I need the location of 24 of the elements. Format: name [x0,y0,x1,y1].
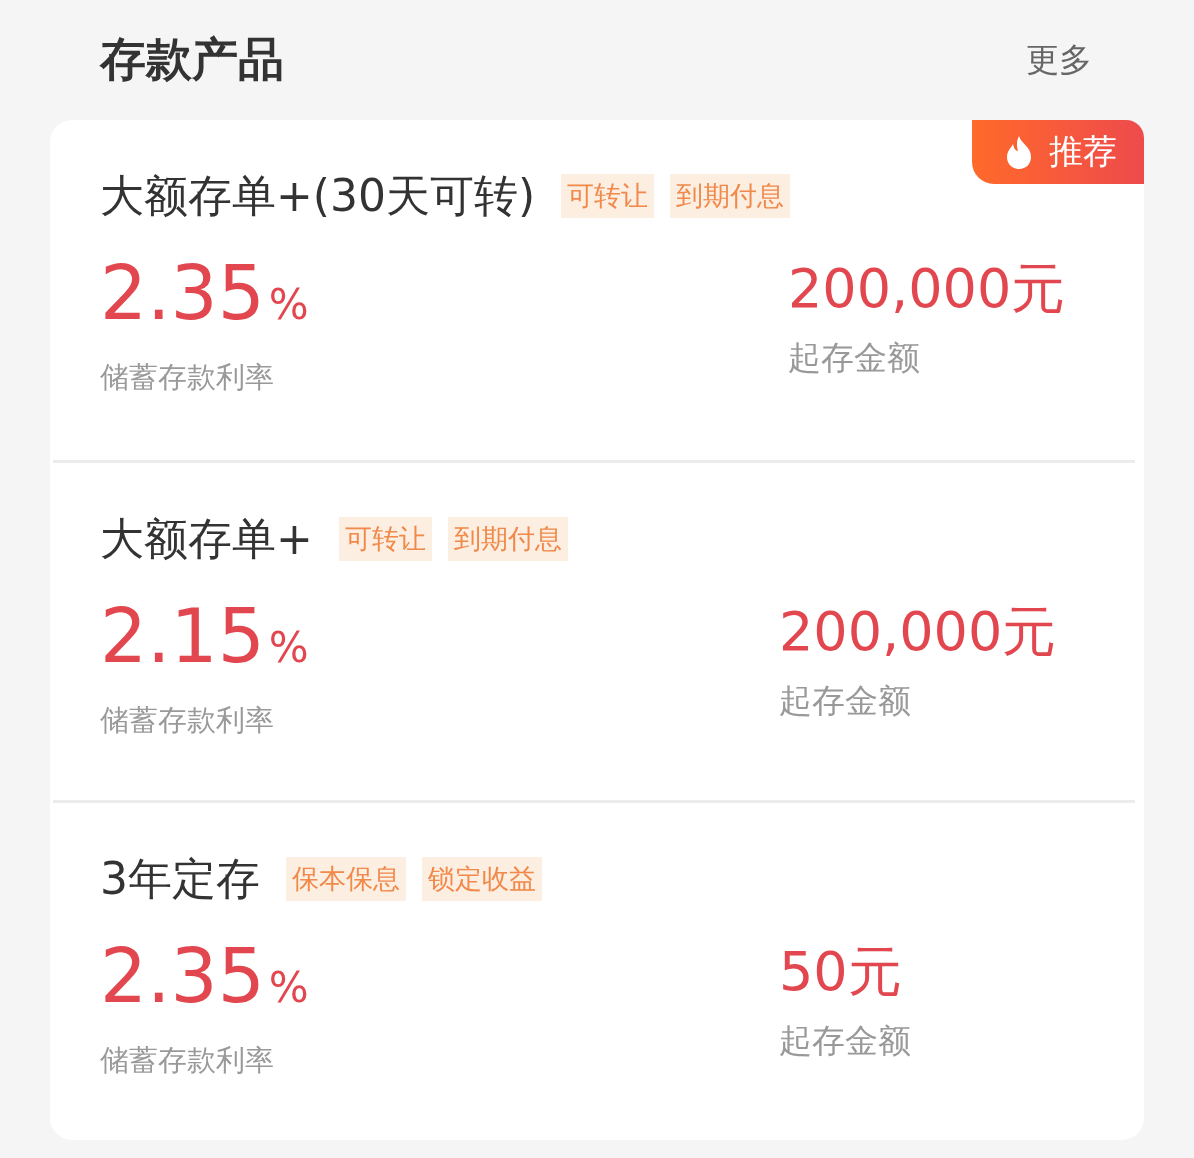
rate-label: 储蓄存款利率 [100,1042,275,1079]
interest-rate: 2.35% [100,249,310,338]
product-tag: 到期付息 [670,174,791,218]
product-name: 3年定存 [100,851,260,906]
product-tag: 保本保息 [286,857,406,901]
product-tag: 可转让 [338,517,432,561]
amount-label: 起存金额 [788,337,921,379]
product-tag: 可转让 [561,174,655,218]
minimum-amount: 50元 [779,939,903,1005]
product-tag: 锁定收益 [422,857,542,901]
product-tag: 到期付息 [447,517,568,561]
rate-label: 储蓄存款利率 [100,702,275,739]
minimum-amount: 200,000元 [788,256,1067,322]
rate-label: 储蓄存款利率 [100,359,275,396]
interest-rate: 2.35% [100,932,310,1021]
product-name: 大额存单+(30天可转) [100,168,536,223]
section-title: 存款产品 [100,31,284,88]
minimum-amount: 200,000元 [779,599,1058,665]
badge-label: 推荐 [1049,130,1117,173]
more-link[interactable]: 更多 [1026,37,1092,83]
amount-label: 起存金额 [779,1020,912,1062]
amount-label: 起存金额 [779,680,912,722]
interest-rate: 2.15% [100,592,310,681]
product-name: 大额存单+ [100,511,313,566]
